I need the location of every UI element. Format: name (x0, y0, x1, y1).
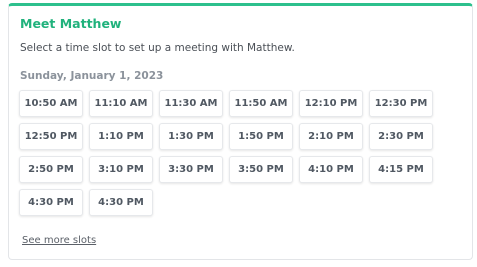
time-slot-button[interactable]: 3:50 PM (229, 156, 293, 183)
time-slot-button[interactable]: 1:10 PM (89, 123, 153, 150)
card-subtitle: Select a time slot to set up a meeting w… (20, 42, 295, 54)
time-slot-button[interactable]: 4:30 PM (19, 189, 83, 216)
meeting-card: Meet Matthew Select a time slot to set u… (8, 3, 473, 260)
time-slot-button[interactable]: 2:30 PM (369, 123, 433, 150)
date-heading: Sunday, January 1, 2023 (20, 70, 164, 82)
time-slot-button[interactable]: 11:50 AM (229, 90, 293, 117)
time-slot-button[interactable]: 12:10 PM (299, 90, 363, 117)
time-slot-button[interactable]: 1:50 PM (229, 123, 293, 150)
time-slot-button[interactable]: 12:50 PM (19, 123, 83, 150)
card-title: Meet Matthew (20, 16, 122, 31)
time-slot-button[interactable]: 3:10 PM (89, 156, 153, 183)
time-slot-button[interactable]: 10:50 AM (19, 90, 83, 117)
time-slot-button[interactable]: 3:30 PM (159, 156, 223, 183)
time-slot-button[interactable]: 12:30 PM (369, 90, 433, 117)
see-more-slots-link[interactable]: See more slots (22, 235, 96, 246)
time-slot-button[interactable]: 4:15 PM (369, 156, 433, 183)
time-slot-button[interactable]: 11:10 AM (89, 90, 153, 117)
time-slot-button[interactable]: 2:50 PM (19, 156, 83, 183)
time-slot-button[interactable]: 4:10 PM (299, 156, 363, 183)
time-slot-grid: 10:50 AM 11:10 AM 11:30 AM 11:50 AM 12:1… (19, 90, 439, 216)
time-slot-button[interactable]: 11:30 AM (159, 90, 223, 117)
time-slot-button[interactable]: 4:30 PM (89, 189, 153, 216)
time-slot-button[interactable]: 1:30 PM (159, 123, 223, 150)
time-slot-button[interactable]: 2:10 PM (299, 123, 363, 150)
